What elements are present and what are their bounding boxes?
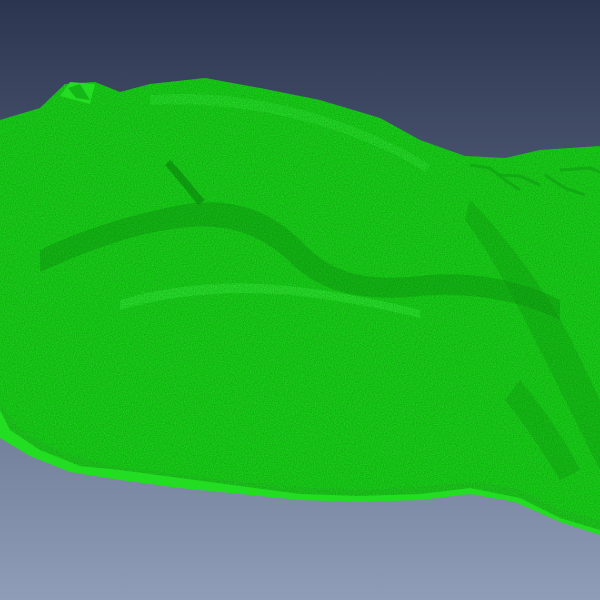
terrain-render [0, 0, 600, 600]
3d-viewport[interactable] [0, 0, 600, 600]
